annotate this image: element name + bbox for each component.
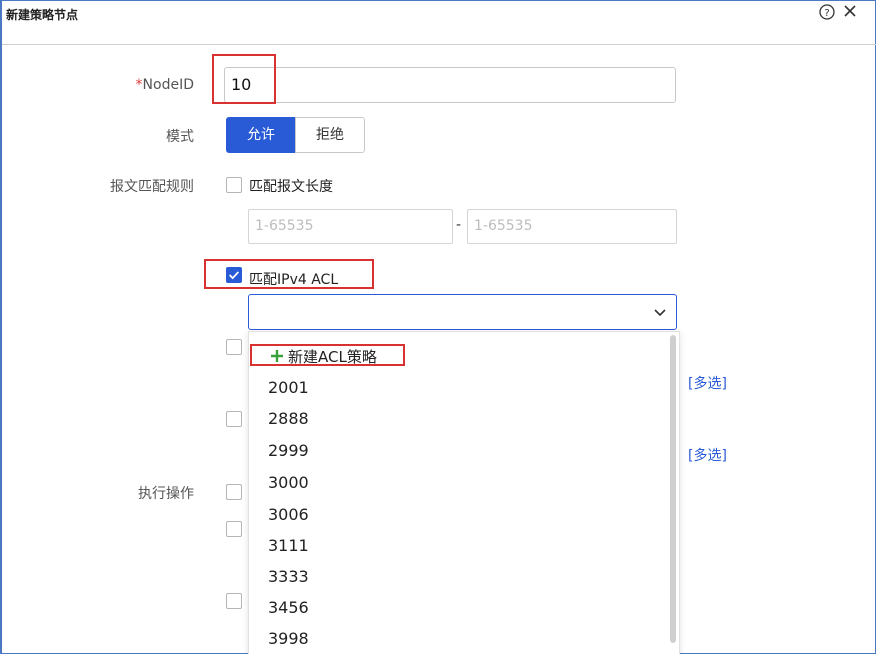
acl-option[interactable]: 3456 <box>268 598 309 617</box>
nodeid-label-text: NodeID <box>142 77 194 93</box>
nodeid-label: *NodeID <box>122 77 194 93</box>
dropdown-scrollbar[interactable] <box>670 335 676 643</box>
match-length-checkbox[interactable] <box>226 177 242 193</box>
nodeid-input[interactable]: 10 <box>224 67 676 103</box>
acl-select[interactable] <box>248 294 677 330</box>
dialog-title-bar: 新建策略节点 ? <box>2 1 876 45</box>
action-checkbox-1[interactable] <box>226 484 242 500</box>
acl-option[interactable]: 2888 <box>268 409 309 428</box>
acl-option[interactable]: 2999 <box>268 441 309 460</box>
acl-option[interactable]: 2001 <box>268 378 309 397</box>
highlight-box-new-acl <box>250 344 405 366</box>
acl-dropdown-list <box>248 331 680 654</box>
highlight-box-nodeid <box>212 54 276 104</box>
acl-option[interactable]: 3111 <box>268 536 309 555</box>
required-mark: * <box>135 77 143 93</box>
new-policy-node-dialog: 新建策略节点 ? *NodeID 10 模式 允许 拒绝 报文匹配规则 匹配报文… <box>0 0 876 654</box>
chevron-down-icon[interactable] <box>652 304 668 320</box>
svg-text:?: ? <box>824 8 829 19</box>
acl-option[interactable]: 3998 <box>268 629 309 648</box>
close-icon[interactable] <box>842 3 858 19</box>
match-length-label: 匹配报文长度 <box>249 179 333 195</box>
acl-option[interactable]: 3333 <box>268 567 309 586</box>
dialog-title: 新建策略节点 <box>6 8 79 22</box>
mode-label: 模式 <box>166 129 194 145</box>
length-min-input[interactable]: 1-65535 <box>248 209 453 244</box>
match-option-checkbox-3[interactable] <box>226 339 242 355</box>
mode-deny-button[interactable]: 拒绝 <box>295 117 365 153</box>
highlight-box-ipv4-acl <box>204 259 374 289</box>
match-rules-label: 报文匹配规则 <box>110 179 194 195</box>
multi-select-link-1[interactable]: [多选] <box>688 373 727 393</box>
action-label: 执行操作 <box>138 486 194 502</box>
multi-select-link-2[interactable]: [多选] <box>688 445 727 465</box>
action-checkbox-3[interactable] <box>226 593 242 609</box>
acl-option[interactable]: 3006 <box>268 505 309 524</box>
range-separator: - <box>456 217 462 233</box>
mode-allow-button[interactable]: 允许 <box>226 117 296 153</box>
help-circle-icon[interactable]: ? <box>819 4 835 20</box>
match-option-checkbox-4[interactable] <box>226 411 242 427</box>
length-max-input[interactable]: 1-65535 <box>467 209 677 244</box>
action-checkbox-2[interactable] <box>226 521 242 537</box>
acl-option[interactable]: 3000 <box>268 473 309 492</box>
